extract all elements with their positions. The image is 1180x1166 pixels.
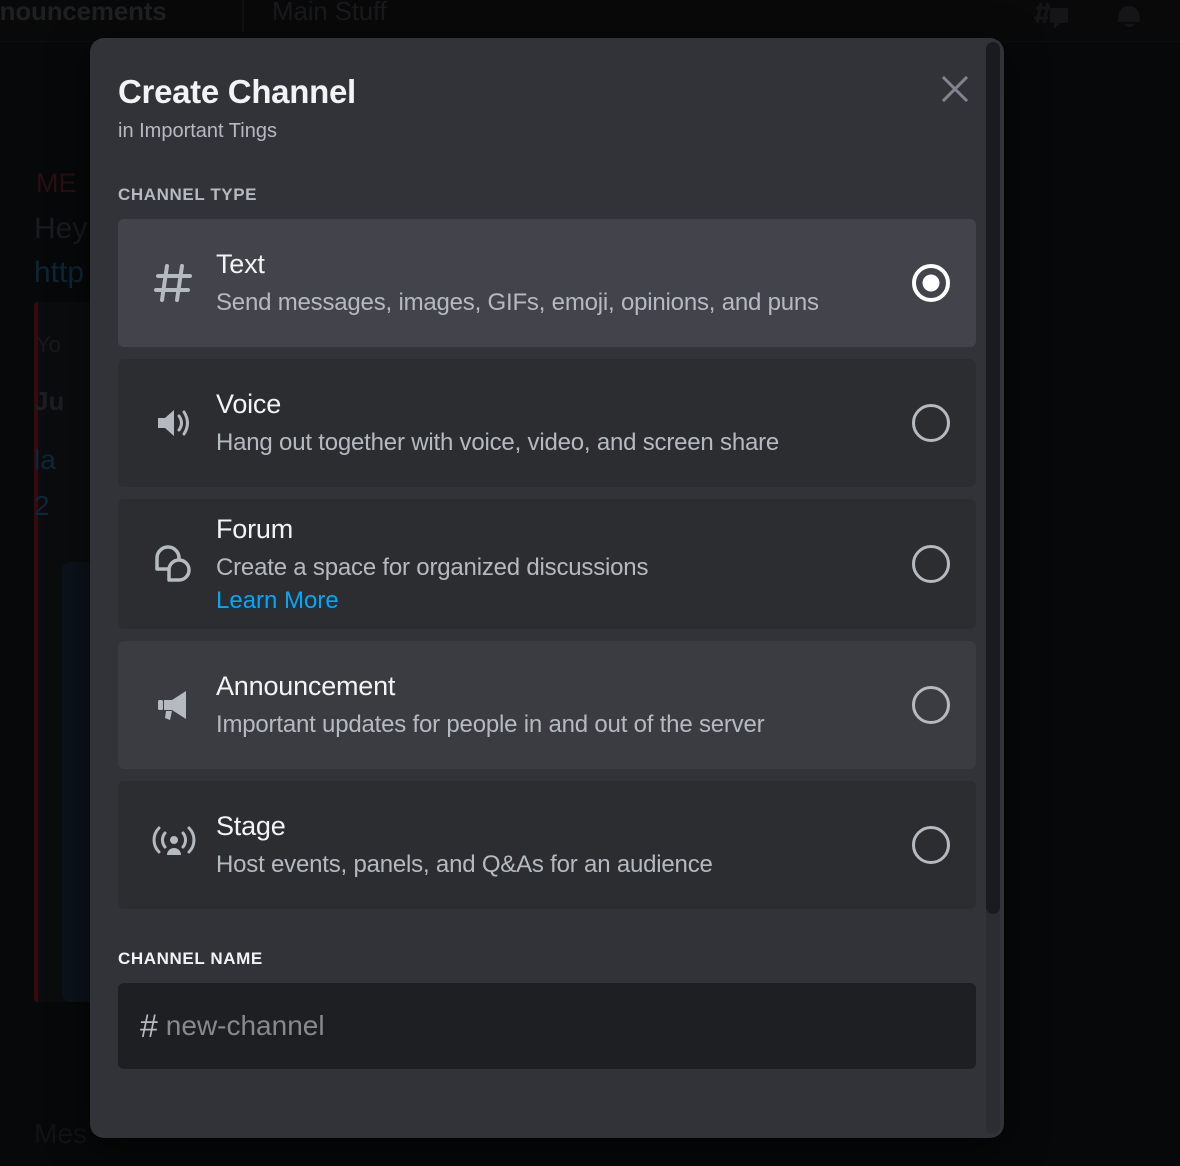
create-channel-modal: Create Channel in Important Tings CHANNE… [90, 38, 1004, 1138]
option-description: Host events, panels, and Q&As for an aud… [216, 851, 713, 879]
speaker-icon [144, 393, 204, 453]
channel-type-option-text[interactable]: Text Send messages, images, GIFs, emoji,… [118, 219, 976, 348]
option-title: Announcement [216, 671, 396, 702]
option-title: Voice [216, 389, 282, 420]
option-title: Stage [216, 811, 286, 842]
option-text: Announcement Important updates for peopl… [216, 670, 894, 740]
option-description: Important updates for people in and out … [216, 711, 765, 739]
close-button[interactable] [932, 66, 978, 112]
channel-type-option-stage[interactable]: Stage Host events, panels, and Q&As for … [118, 781, 976, 910]
radio-text[interactable] [912, 264, 950, 303]
stage-broadcast-icon [144, 815, 204, 875]
option-description: Create a space for organized discussions [216, 554, 649, 582]
close-icon [941, 75, 969, 103]
channel-type-option-voice[interactable]: Voice Hang out together with voice, vide… [118, 359, 976, 488]
option-description: Hang out together with voice, video, and… [216, 429, 780, 457]
option-title: Text [216, 249, 265, 280]
hash-prefix-icon: # [140, 1008, 158, 1045]
page-title: Create Channel [118, 73, 356, 110]
channel-name-field[interactable]: # [118, 983, 976, 1070]
option-title: Forum [216, 514, 294, 545]
channel-type-label: CHANNEL TYPE [118, 185, 258, 205]
radio-stage[interactable] [912, 826, 950, 865]
option-text: Voice Hang out together with voice, vide… [216, 388, 894, 458]
megaphone-icon [144, 675, 204, 735]
option-text: Text Send messages, images, GIFs, emoji,… [216, 248, 894, 318]
channel-type-list: Text Send messages, images, GIFs, emoji,… [90, 219, 1004, 910]
radio-announcement[interactable] [912, 686, 950, 725]
channel-name-input[interactable] [165, 1010, 954, 1043]
option-text: Stage Host events, panels, and Q&As for … [216, 810, 894, 880]
modal-scrollbar-thumb[interactable] [986, 42, 1000, 914]
channel-name-label: CHANNEL NAME [118, 949, 263, 969]
forum-bubbles-icon [144, 534, 204, 594]
option-description: Send messages, images, GIFs, emoji, opin… [216, 289, 819, 317]
channel-type-option-forum[interactable]: Forum Create a space for organized discu… [118, 499, 976, 630]
modal-header: Create Channel in Important Tings [90, 38, 1004, 143]
option-text: Forum Create a space for organized discu… [216, 513, 894, 615]
channel-type-option-announcement[interactable]: Announcement Important updates for peopl… [118, 641, 976, 770]
radio-forum[interactable] [912, 545, 950, 584]
learn-more-link[interactable]: Learn More [216, 587, 894, 615]
screen: nnouncements Main Stuff ME Hey http Yo J… [0, 0, 1180, 1166]
modal-scroll-area: Create Channel in Important Tings CHANNE… [90, 38, 1004, 1138]
hash-icon [144, 253, 204, 313]
radio-voice[interactable] [912, 404, 950, 443]
modal-subtitle: in Important Tings [118, 120, 277, 143]
